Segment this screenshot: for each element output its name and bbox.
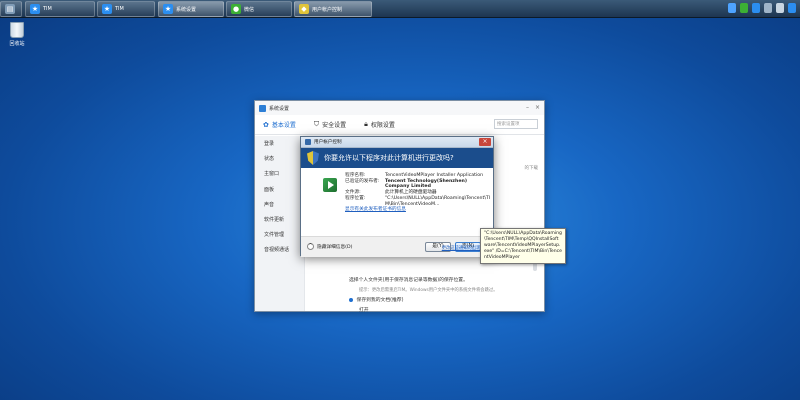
- file-location-tip: 提示：更改后需重启TIM。Windows用户文件夹中的系统文件将会跳过。: [359, 288, 498, 293]
- shield-icon: ◆: [299, 4, 309, 14]
- system-tray: [728, 3, 796, 13]
- tray-volume-icon[interactable]: [776, 3, 784, 13]
- open-button[interactable]: 打开: [359, 308, 369, 313]
- taskbar: ▤ ★ TIM ★ TIM ★ 系统设置 ● 微信 ◆ 用户帐户控制: [0, 0, 800, 18]
- tray-cloud-icon[interactable]: [728, 3, 736, 13]
- uac-titlebar[interactable]: 用户帐户控制: [301, 137, 493, 148]
- tray-wechat-icon[interactable]: [740, 3, 748, 13]
- sidebar-item-main-window[interactable]: 主窗口: [255, 166, 304, 181]
- recycle-bin-icon: [10, 22, 24, 38]
- minimize-icon[interactable]: –: [526, 104, 529, 111]
- close-icon[interactable]: ×: [535, 104, 540, 111]
- chevron-up-icon: ^: [307, 243, 314, 250]
- hide-details-toggle[interactable]: ^ 隐藏详细信息(D): [307, 243, 352, 250]
- star-icon: ★: [30, 4, 40, 14]
- file-location-description: 选择个人文件夹(用于保存消息记录等数据)的保存位置。: [349, 278, 468, 283]
- taskbar-label: 微信: [244, 6, 255, 13]
- taskbar-recycle-button[interactable]: ▤: [0, 1, 22, 17]
- sidebar-item-status[interactable]: 状态: [255, 151, 304, 166]
- tab-label: 权限设置: [370, 122, 395, 129]
- lock-icon: 🔒︎: [364, 120, 368, 128]
- taskbar-label: TIM: [43, 6, 52, 12]
- settings-search-input[interactable]: 搜索设置项: [494, 119, 538, 129]
- sidebar-item-login[interactable]: 登录: [255, 136, 304, 151]
- uac-window-title: 用户帐户控制: [314, 140, 342, 145]
- tab-label: 安全设置: [322, 122, 347, 129]
- certificate-info-link[interactable]: 显示有关此发布者证书的信息: [345, 207, 406, 213]
- tab-permission-settings[interactable]: 🔒︎ 权限设置: [364, 120, 395, 129]
- sidebar-item-av-call[interactable]: 音视频通话: [255, 242, 304, 257]
- settings-titlebar[interactable]: 系统设置: [255, 101, 544, 115]
- program-info: 程序名称: TencentVideoMPlayer Installer Appl…: [345, 173, 493, 213]
- desktop-recycle-bin[interactable]: 回收站: [4, 22, 30, 47]
- taskbar-label: 用户帐户控制: [312, 6, 343, 13]
- close-icon[interactable]: ×: [479, 138, 491, 146]
- settings-title: 系统设置: [269, 105, 290, 112]
- file-location-section: 选择个人文件夹(用于保存消息记录等数据)的保存位置。 提示：更改后需重启TIM。…: [349, 276, 549, 316]
- tab-basic-settings[interactable]: ✿ 基本设置: [263, 120, 296, 130]
- video-player-icon: [323, 178, 337, 192]
- program-location-label: 程序位置:: [345, 195, 366, 201]
- program-location-tooltip: "C:\Users\NULL\AppData\Roaming\Tencent\T…: [480, 228, 566, 264]
- uac-question: 你要允许以下程序对此计算机进行更改吗?: [324, 154, 454, 162]
- tab-label: 基本设置: [271, 122, 296, 129]
- settings-hint-text: 的下载: [524, 166, 539, 171]
- radio-selected-icon: [349, 297, 353, 302]
- taskbar-uac-button[interactable]: ◆ 用户帐户控制: [294, 1, 372, 17]
- uac-body: 程序名称: TencentVideoMPlayer Installer Appl…: [301, 168, 493, 236]
- option-label: 保存到我的文档(推荐): [356, 298, 404, 303]
- save-to-documents-option[interactable]: 保存到我的文档(推荐): [349, 296, 549, 306]
- recycle-bin-label: 回收站: [9, 41, 25, 47]
- uac-dialog: 用户帐户控制 × 你要允许以下程序对此计算机进行更改吗? 程序名称: Tence…: [300, 136, 494, 257]
- sidebar-item-file-management[interactable]: 文件管理: [255, 227, 304, 242]
- star-icon: ★: [102, 4, 112, 14]
- settings-logo-icon: [259, 104, 266, 112]
- shield-icon: ⛉: [313, 120, 320, 128]
- tray-tim-icon-2[interactable]: [788, 3, 796, 13]
- tray-tim-icon[interactable]: [752, 3, 760, 13]
- tab-security-settings[interactable]: ⛉ 安全设置: [314, 120, 346, 129]
- taskbar-label: TIM: [115, 6, 124, 12]
- publisher-value: Tencent Technology(Shenzhen) Company Lim…: [385, 178, 468, 190]
- settings-window-controls: – ×: [526, 104, 540, 111]
- hide-details-label: 隐藏详细信息(D): [317, 244, 353, 250]
- sidebar-item-panel[interactable]: 面板: [255, 182, 304, 197]
- uac-shield-icon: [307, 151, 319, 165]
- uac-window-icon: [305, 139, 311, 145]
- sidebar-item-software-update[interactable]: 软件更新: [255, 212, 304, 227]
- tray-network-icon[interactable]: [764, 3, 772, 13]
- taskbar-tim-button-1[interactable]: ★ TIM: [25, 1, 95, 17]
- star-icon: ★: [163, 4, 173, 14]
- settings-sidebar: 登录 状态 主窗口 面板 声音 软件更新 文件管理 音视频通话: [255, 136, 305, 311]
- taskbar-settings-button[interactable]: ★ 系统设置: [158, 1, 224, 17]
- sidebar-item-sound[interactable]: 声音: [255, 197, 304, 212]
- program-location-value: "C:\Users\NULL\AppData\Roaming\Tencent\T…: [385, 195, 491, 207]
- publisher-label: 已验证的发布者:: [345, 178, 380, 184]
- wechat-icon: ●: [231, 4, 241, 14]
- gear-icon: ✿: [263, 120, 269, 129]
- uac-banner: 你要允许以下程序对此计算机进行更改吗?: [301, 148, 493, 168]
- taskbar-wechat-button[interactable]: ● 微信: [226, 1, 292, 17]
- recycle-bin-icon: ▤: [5, 4, 15, 14]
- taskbar-label: 系统设置: [176, 6, 197, 13]
- taskbar-tim-button-2[interactable]: ★ TIM: [97, 1, 155, 17]
